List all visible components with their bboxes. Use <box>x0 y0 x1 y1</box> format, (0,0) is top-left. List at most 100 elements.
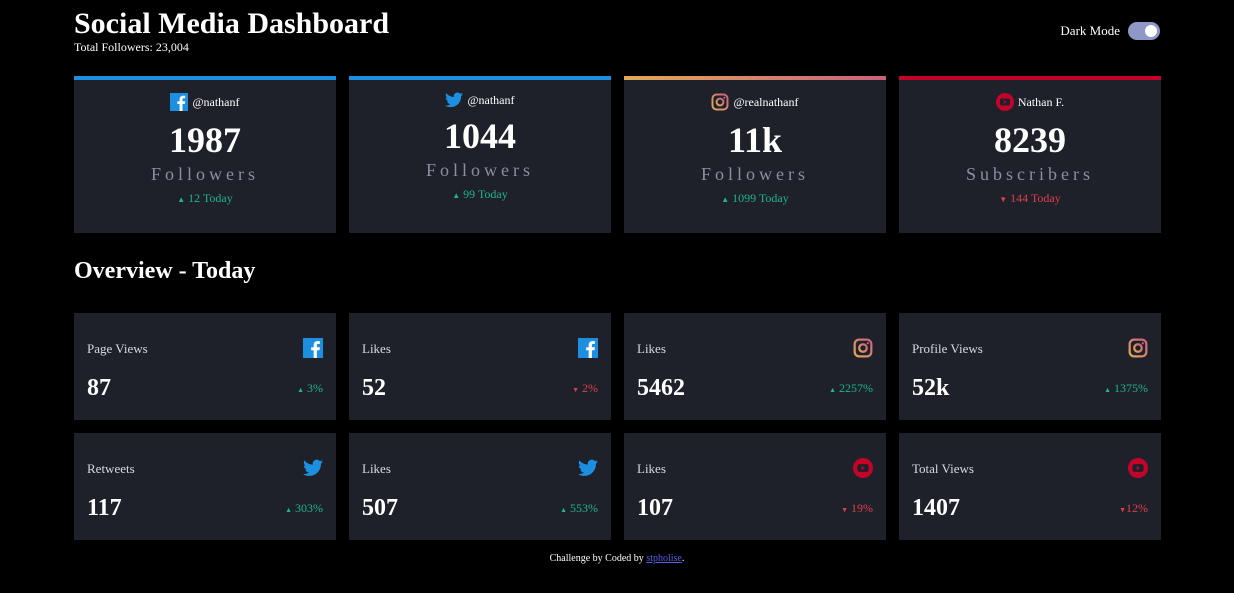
dark-mode-control: Dark Mode <box>1060 22 1160 40</box>
toggle-knob <box>1145 25 1157 37</box>
overview-label: Likes <box>362 461 391 476</box>
overview-card-twitter-retweets[interactable]: Retweets 117 ▲ 303% <box>74 433 336 540</box>
card-accent-bar <box>74 76 336 80</box>
card-handle-row: Nathan F. <box>899 92 1161 112</box>
down-arrow-icon: ▼ <box>1119 506 1126 514</box>
overview-card-twitter-likes[interactable]: Likes 507 ▲ 553% <box>349 433 611 540</box>
card-today: ▲ 12 Today <box>74 191 336 206</box>
overview-percent-text: 19% <box>851 501 873 515</box>
footer-author-link[interactable]: stpholise <box>646 553 682 564</box>
card-today-text: 1099 Today <box>732 191 789 205</box>
youtube-icon <box>995 93 1014 111</box>
overview-card-instagram-likes[interactable]: Likes 5462 ▲ 2257% <box>624 313 886 420</box>
youtube-icon <box>853 458 873 478</box>
overview-percent-text: 2% <box>582 381 598 395</box>
overview-label: Likes <box>362 341 391 356</box>
card-handle: @nathanf <box>467 92 515 107</box>
card-accent-bar <box>899 76 1161 80</box>
overview-percent: ▲ 1375% <box>1104 381 1148 396</box>
overview-card-facebook-page-views[interactable]: Page Views 87 ▲ 3% <box>74 313 336 420</box>
overview-value: 507 <box>362 495 398 521</box>
overview-value: 52 <box>362 375 386 401</box>
card-today: ▲ 99 Today <box>349 187 611 202</box>
overview-grid: Page Views 87 ▲ 3% Likes 52 ▼ 2% Likes 5… <box>74 313 1161 540</box>
dark-mode-label: Dark Mode <box>1060 23 1120 38</box>
card-count: 11k <box>727 120 783 160</box>
card-accent-bar <box>624 76 886 80</box>
overview-percent-text: 303% <box>295 501 323 515</box>
overview-label: Likes <box>637 341 666 356</box>
card-today-text: 99 Today <box>463 187 508 201</box>
card-handle-row: @nathanf <box>74 92 336 112</box>
overview-value: 87 <box>87 375 111 401</box>
overview-card-instagram-profile-views[interactable]: Profile Views 52k ▲ 1375% <box>899 313 1161 420</box>
overview-percent-text: 553% <box>570 501 598 515</box>
card-today-text: 12 Today <box>188 191 233 205</box>
overview-title: Overview - Today <box>74 258 256 284</box>
overview-percent-text: 1375% <box>1114 381 1148 395</box>
overview-card-youtube-likes[interactable]: Likes 107 ▼ 19% <box>624 433 886 540</box>
overview-percent: ▼ 19% <box>841 501 873 516</box>
twitter-icon <box>445 92 464 108</box>
card-handle: Nathan F. <box>1017 94 1065 109</box>
overview-percent: ▲ 303% <box>285 501 323 516</box>
instagram-card[interactable]: @realnathanf 11k Followers ▲ 1099 Today <box>624 76 886 233</box>
instagram-icon <box>1128 338 1148 358</box>
overview-percent-text: 2257% <box>839 381 873 395</box>
card-handle: @realnathanf <box>733 94 799 109</box>
overview-value: 1407 <box>912 495 960 521</box>
down-arrow-icon: ▼ <box>572 386 579 394</box>
overview-card-youtube-total-views[interactable]: Total Views 1407 ▼12% <box>899 433 1161 540</box>
overview-percent: ▲ 2257% <box>829 381 873 396</box>
card-accent-bar <box>349 76 611 80</box>
overview-percent: ▼ 2% <box>572 381 598 396</box>
up-arrow-icon: ▲ <box>829 386 836 394</box>
up-arrow-icon: ▲ <box>297 386 304 394</box>
card-unit: Subscribers <box>966 164 1094 184</box>
card-count: 1044 <box>444 116 516 156</box>
follower-cards: @nathanf 1987 Followers ▲ 12 Today @nath… <box>74 76 1161 233</box>
overview-label: Total Views <box>912 461 974 476</box>
twitter-card[interactable]: @nathanf 1044 Followers ▲ 99 Today <box>349 76 611 233</box>
page-footer: Challenge by Coded by stpholise. <box>0 553 1234 564</box>
overview-label: Likes <box>637 461 666 476</box>
down-arrow-icon: ▼ <box>841 506 848 514</box>
card-unit: Followers <box>151 164 259 184</box>
twitter-icon <box>578 459 598 476</box>
card-today: ▲ 1099 Today <box>624 191 886 206</box>
overview-percent: ▼12% <box>1119 501 1148 516</box>
overview-percent-text: 3% <box>307 381 323 395</box>
facebook-card[interactable]: @nathanf 1987 Followers ▲ 12 Today <box>74 76 336 233</box>
total-followers: Total Followers: 23,004 <box>74 40 189 54</box>
up-arrow-icon: ▲ <box>285 506 292 514</box>
card-today-text: 144 Today <box>1010 191 1061 205</box>
instagram-icon <box>711 93 729 111</box>
youtube-icon <box>1128 458 1148 478</box>
card-handle: @nathanf <box>192 94 240 109</box>
overview-value: 107 <box>637 495 673 521</box>
up-arrow-icon: ▲ <box>560 506 567 514</box>
dark-mode-toggle[interactable] <box>1128 22 1160 40</box>
card-unit: Followers <box>426 160 534 180</box>
card-handle-row: @realnathanf <box>624 92 886 112</box>
card-unit: Followers <box>701 164 809 184</box>
overview-card-facebook-likes[interactable]: Likes 52 ▼ 2% <box>349 313 611 420</box>
youtube-card[interactable]: Nathan F. 8239 Subscribers ▼ 144 Today <box>899 76 1161 233</box>
facebook-icon <box>578 338 598 358</box>
facebook-icon <box>170 93 189 111</box>
up-arrow-icon: ▲ <box>177 195 186 204</box>
overview-value: 117 <box>87 495 122 521</box>
overview-label: Profile Views <box>912 341 983 356</box>
page-title: Social Media Dashboard <box>74 7 390 40</box>
up-arrow-icon: ▲ <box>1104 386 1111 394</box>
down-arrow-icon: ▼ <box>999 195 1008 204</box>
facebook-icon <box>303 338 323 358</box>
footer-period: . <box>681 553 685 564</box>
up-arrow-icon: ▲ <box>721 195 730 204</box>
overview-value: 52k <box>912 375 950 401</box>
overview-label: Page Views <box>87 341 148 356</box>
card-handle-row: @nathanf <box>349 90 611 110</box>
up-arrow-icon: ▲ <box>452 191 461 200</box>
overview-label: Retweets <box>87 461 135 476</box>
twitter-icon <box>303 459 323 476</box>
